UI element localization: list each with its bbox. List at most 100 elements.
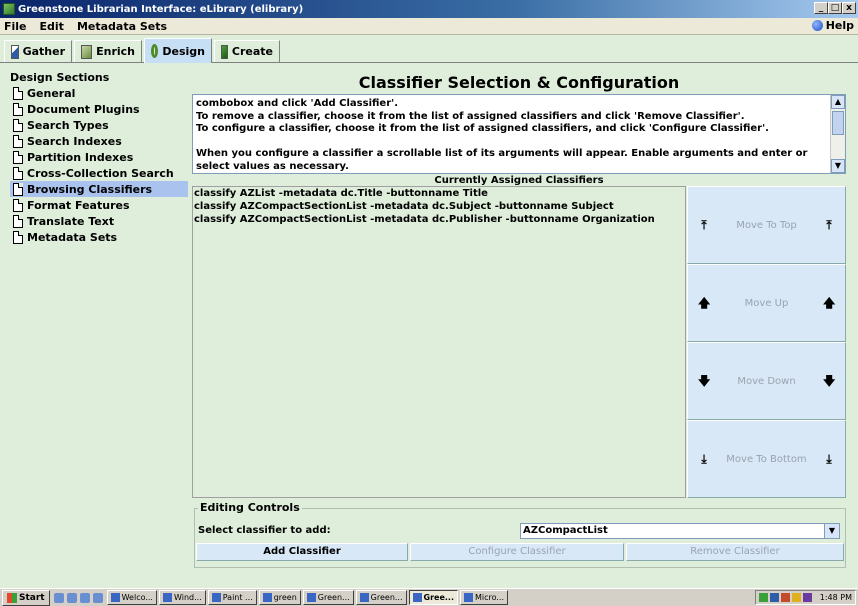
tab-enrich[interactable]: Enrich — [74, 40, 142, 62]
tab-create[interactable]: Create — [214, 40, 280, 62]
move-buttons: ⤒ Move To Top ⤒ 🡅 Move Up 🡅 🡇 Move Down … — [687, 186, 846, 498]
page-title: Classifier Selection & Configuration — [358, 73, 680, 92]
sidebar-item-search-types[interactable]: Search Types — [10, 117, 188, 133]
sidebar-item-general[interactable]: General — [10, 85, 188, 101]
help-scrollbar[interactable]: ▲ ▼ — [830, 95, 845, 173]
sidebar-item-translate-text[interactable]: Translate Text — [10, 213, 188, 229]
app-icon — [306, 593, 316, 602]
help-text-area[interactable]: combobox and click 'Add Classifier'. To … — [192, 94, 846, 174]
page-icon — [13, 102, 23, 116]
page-icon — [13, 118, 23, 132]
taskbar-item[interactable]: Welco... — [106, 590, 157, 605]
tray-icon[interactable] — [791, 593, 801, 602]
tray-icon[interactable] — [769, 593, 779, 602]
assigned-classifiers-list[interactable]: classify AZList -metadata dc.Title -butt… — [192, 186, 686, 498]
taskbar-item[interactable]: Wind... — [158, 590, 206, 605]
menu-metadata-sets[interactable]: Metadata Sets — [73, 20, 176, 33]
start-button[interactable]: Start — [2, 589, 50, 606]
window-controls: _ □ x — [814, 2, 856, 14]
page-icon — [13, 166, 23, 180]
close-button[interactable]: x — [842, 2, 856, 14]
arrow-top-icon: ⤒ — [701, 218, 707, 232]
gather-icon — [11, 44, 19, 59]
help-menu[interactable]: Help — [811, 19, 854, 32]
tab-design[interactable]: Design — [144, 38, 212, 63]
scroll-down-icon[interactable]: ▼ — [831, 159, 845, 173]
minimize-button[interactable]: _ — [814, 2, 828, 14]
page-icon — [13, 230, 23, 244]
messenger-icon[interactable] — [92, 592, 103, 603]
taskbar-item[interactable]: green — [258, 590, 301, 605]
editing-legend: Editing Controls — [198, 501, 302, 514]
button-label: Move Down — [737, 375, 796, 387]
sidebar-item-browsing-classifiers[interactable]: Browsing Classifiers — [10, 181, 188, 197]
remove-classifier-button[interactable]: Remove Classifier — [626, 543, 844, 561]
move-to-bottom-button[interactable]: ⤓ Move To Bottom ⤓ — [687, 420, 846, 498]
tray-icon[interactable] — [758, 593, 768, 602]
ie-icon[interactable] — [53, 592, 64, 603]
sidebar-item-label: General — [27, 86, 76, 100]
taskbar-item[interactable]: Micro... — [460, 590, 509, 605]
taskbar-item-label: Wind... — [173, 593, 202, 602]
move-up-button[interactable]: 🡅 Move Up 🡅 — [687, 264, 846, 342]
select-classifier-label: Select classifier to add: — [198, 525, 331, 536]
page-icon — [13, 198, 23, 212]
page-icon — [13, 214, 23, 228]
arrow-bottom-icon: ⤓ — [701, 452, 707, 466]
classifier-combobox[interactable]: AZCompactList ▼ — [520, 523, 840, 539]
page-icon — [13, 134, 23, 148]
assigned-classifiers-heading: Currently Assigned Classifiers — [434, 175, 604, 186]
button-label: Move To Bottom — [726, 453, 807, 465]
help-line: When you configure a classifier a scroll… — [196, 148, 808, 159]
windows-taskbar: Start Welco... Wind... Paint ... green G… — [0, 588, 858, 606]
sidebar-item-search-indexes[interactable]: Search Indexes — [10, 133, 188, 149]
menu-bar: File Edit Metadata Sets Help — [0, 18, 858, 35]
sidebar-item-label: Search Indexes — [27, 134, 122, 148]
sidebar-item-document-plugins[interactable]: Document Plugins — [10, 101, 188, 117]
sidebar-heading: Design Sections — [10, 71, 110, 84]
page-icon — [13, 86, 23, 100]
button-label: Move Up — [744, 297, 789, 309]
sidebar-item-partition-indexes[interactable]: Partition Indexes — [10, 149, 188, 165]
app-icon — [110, 593, 120, 602]
tab-label: Gather — [22, 45, 65, 58]
menu-file[interactable]: File — [0, 20, 36, 33]
tray-icon[interactable] — [802, 593, 812, 602]
arrow-down-icon: 🡇 — [698, 374, 711, 388]
add-classifier-button[interactable]: Add Classifier — [196, 543, 408, 561]
maximize-button[interactable]: □ — [828, 2, 842, 14]
desktop-icon[interactable] — [66, 592, 77, 603]
taskbar-item-active[interactable]: Gree... — [408, 590, 458, 605]
help-icon — [811, 20, 823, 31]
sidebar-item-format-features[interactable]: Format Features — [10, 197, 188, 213]
list-item[interactable]: classify AZCompactSectionList -metadata … — [193, 200, 685, 213]
taskbar-item[interactable]: Green... — [355, 590, 407, 605]
list-item[interactable]: classify AZList -metadata dc.Title -butt… — [193, 187, 685, 200]
taskbar-item-label: Gree... — [423, 593, 454, 602]
button-label: Move To Top — [736, 219, 797, 231]
tab-gather[interactable]: Gather — [4, 40, 72, 62]
windows-logo-icon — [7, 592, 17, 603]
sidebar-item-label: Browsing Classifiers — [27, 182, 153, 196]
combobox-value: AZCompactList — [523, 525, 608, 536]
list-item[interactable]: classify AZCompactSectionList -metadata … — [193, 213, 685, 226]
move-to-top-button[interactable]: ⤒ Move To Top ⤒ — [687, 186, 846, 264]
move-down-button[interactable]: 🡇 Move Down 🡇 — [687, 342, 846, 420]
configure-classifier-button[interactable]: Configure Classifier — [410, 543, 624, 561]
scroll-thumb[interactable] — [832, 111, 844, 135]
menu-edit[interactable]: Edit — [36, 20, 73, 33]
taskbar-item[interactable]: Paint ... — [207, 590, 257, 605]
chevron-down-icon[interactable]: ▼ — [824, 524, 839, 538]
sidebar-item-metadata-sets[interactable]: Metadata Sets — [10, 229, 188, 245]
taskbar-item-label: Micro... — [475, 593, 505, 602]
sidebar-item-cross-collection-search[interactable]: Cross-Collection Search — [10, 165, 188, 181]
sidebar-item-label: Partition Indexes — [27, 150, 134, 164]
taskbar-item[interactable]: Green... — [302, 590, 354, 605]
tray-icon[interactable] — [780, 593, 790, 602]
design-sections-sidebar: Design Sections General Document Plugins… — [10, 71, 188, 581]
help-line — [196, 136, 828, 149]
system-tray: 1:48 PM — [754, 590, 856, 605]
scroll-up-icon[interactable]: ▲ — [831, 95, 845, 109]
taskbar-item-label: Paint ... — [222, 593, 253, 602]
media-icon[interactable] — [79, 592, 90, 603]
